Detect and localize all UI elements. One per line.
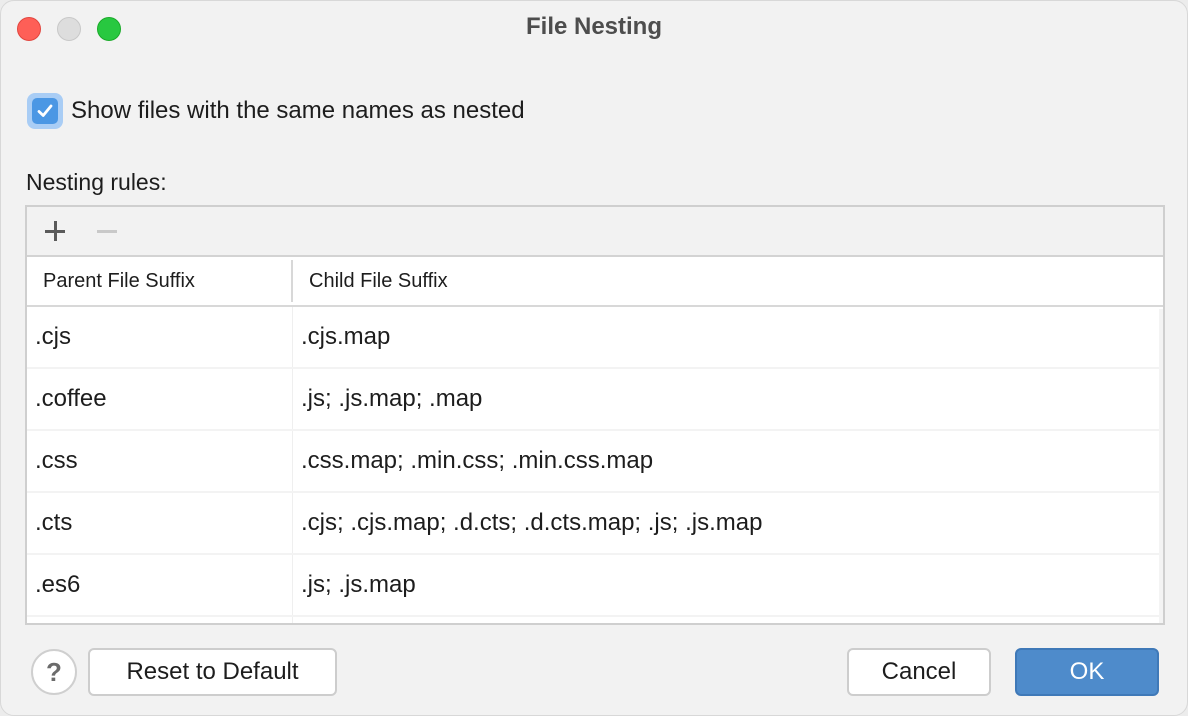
table-body: .cjs .cjs.map .coffee .js; .js.map; .map… [27,307,1163,623]
table-row[interactable]: .es6 .js; .js.map [27,555,1159,617]
child-suffix-cell[interactable] [293,617,1159,623]
table-row[interactable]: .coffee .js; .js.map; .map [27,369,1159,431]
show-same-names-checkbox[interactable] [27,93,63,129]
table-scrollbar[interactable] [1159,309,1163,623]
reset-to-default-button[interactable]: Reset to Default [88,648,337,696]
column-header-parent[interactable]: Parent File Suffix [27,260,293,302]
child-suffix-cell[interactable]: .js; .js.map [293,555,1159,615]
table-row[interactable] [27,617,1159,623]
nesting-rules-table: Parent File Suffix Child File Suffix .cj… [25,205,1165,625]
parent-suffix-cell[interactable]: .coffee [27,369,293,429]
title-bar: File Nesting [1,1,1187,55]
child-suffix-cell[interactable]: .cjs; .cjs.map; .d.cts; .d.cts.map; .js;… [293,493,1159,553]
add-rule-button[interactable] [39,215,71,247]
plus-icon [45,221,65,241]
minus-icon [97,229,117,233]
cancel-button[interactable]: Cancel [847,648,991,696]
parent-suffix-cell[interactable]: .css [27,431,293,491]
child-suffix-cell[interactable]: .cjs.map [293,307,1159,367]
table-row[interactable]: .cts .cjs; .cjs.map; .d.cts; .d.cts.map;… [27,493,1159,555]
parent-suffix-cell[interactable]: .cts [27,493,293,553]
table-row[interactable]: .cjs .cjs.map [27,307,1159,369]
child-suffix-cell[interactable]: .js; .js.map; .map [293,369,1159,429]
child-suffix-cell[interactable]: .css.map; .min.css; .min.css.map [293,431,1159,491]
column-header-child[interactable]: Child File Suffix [293,257,1163,305]
file-nesting-dialog: File Nesting Show files with the same na… [0,0,1188,716]
parent-suffix-cell[interactable]: .es6 [27,555,293,615]
checkbox-fill [32,98,58,124]
nesting-rules-label: Nesting rules: [26,169,167,195]
table-row[interactable]: .css .css.map; .min.css; .min.css.map [27,431,1159,493]
dialog-title: File Nesting [525,13,663,40]
remove-rule-button[interactable] [91,215,123,247]
show-same-names-label[interactable]: Show files with the same names as nested [71,97,525,125]
parent-suffix-cell[interactable] [27,617,293,623]
table-header: Parent File Suffix Child File Suffix [27,257,1163,307]
table-toolbar [27,207,1163,257]
show-same-names-option[interactable]: Show files with the same names as nested [27,93,525,129]
question-mark-icon: ? [46,656,62,687]
ok-button[interactable]: OK [1015,648,1159,696]
checkmark-icon [37,104,53,117]
help-button[interactable]: ? [31,649,77,695]
parent-suffix-cell[interactable]: .cjs [27,307,293,367]
